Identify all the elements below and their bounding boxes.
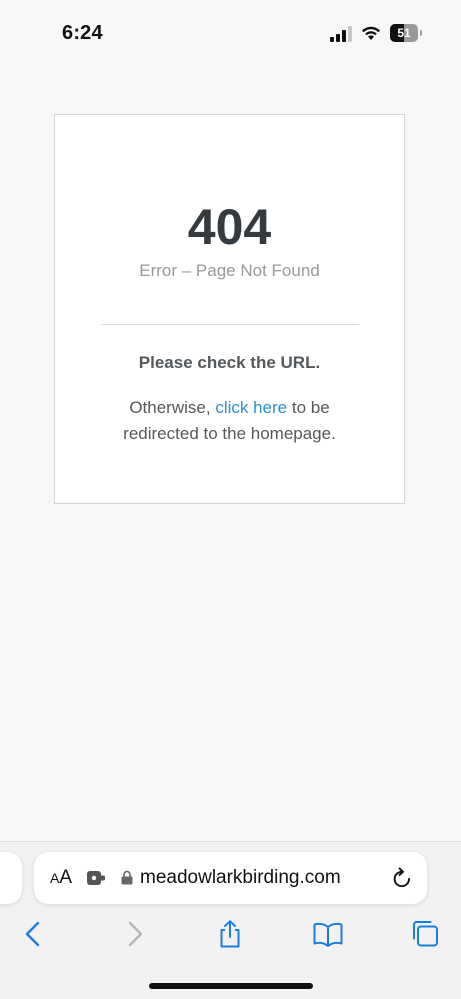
- redirect-prefix: Otherwise,: [129, 398, 216, 417]
- status-bar: 6:24 51: [0, 0, 461, 70]
- signal-icon: [330, 26, 352, 42]
- extension-icon[interactable]: [86, 869, 106, 887]
- homepage-link[interactable]: click here: [215, 398, 287, 417]
- reader-options-button[interactable]: AA: [50, 867, 72, 889]
- error-subtitle: Error – Page Not Found: [139, 261, 320, 280]
- error-code: 404: [187, 199, 272, 255]
- error-card: 404 Error – Page Not Found Please check …: [54, 114, 405, 504]
- battery-icon: 51: [390, 24, 423, 42]
- reader-small-a: A: [50, 870, 60, 886]
- wifi-icon: [362, 26, 380, 40]
- battery-level: 51: [397, 26, 411, 40]
- battery-tip: [420, 30, 422, 36]
- url-text[interactable]: meadowlarkbirding.com: [140, 866, 341, 890]
- battery-body: 51: [390, 24, 418, 42]
- back-icon[interactable]: [18, 920, 50, 948]
- reader-large-a: A: [59, 867, 73, 888]
- bookmarks-icon[interactable]: [312, 920, 344, 948]
- reload-icon[interactable]: [391, 866, 413, 890]
- redirect-message: Otherwise, click here to be redirected t…: [95, 395, 364, 447]
- forward-icon[interactable]: [118, 920, 150, 948]
- home-indicator[interactable]: [149, 983, 313, 989]
- share-icon[interactable]: [214, 920, 246, 948]
- lock-icon: [121, 870, 133, 885]
- previous-tab-peek[interactable]: [0, 852, 22, 904]
- browser-bottom-bar: AA meadowlarkbirding.com: [0, 841, 461, 999]
- divider: [101, 324, 359, 325]
- status-time: 6:24: [62, 22, 103, 44]
- check-url-message: Please check the URL.: [138, 353, 321, 372]
- address-bar[interactable]: AA meadowlarkbirding.com: [34, 852, 427, 904]
- tabs-icon[interactable]: [409, 920, 441, 948]
